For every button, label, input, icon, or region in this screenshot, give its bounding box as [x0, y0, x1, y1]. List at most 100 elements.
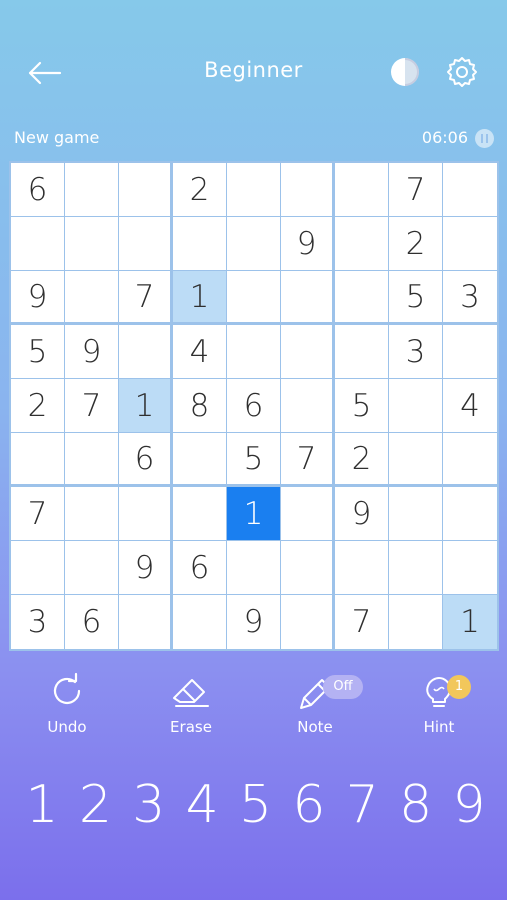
- gear-icon: [447, 57, 477, 87]
- number-key-7[interactable]: 7: [338, 770, 386, 840]
- board-cell[interactable]: 7: [119, 271, 170, 322]
- board-cell[interactable]: [227, 541, 280, 594]
- board-cell[interactable]: [173, 433, 226, 484]
- board-cell[interactable]: [65, 163, 118, 216]
- board-cell[interactable]: 7: [281, 433, 332, 484]
- number-key-6[interactable]: 6: [285, 770, 333, 840]
- board-cell[interactable]: 9: [227, 595, 280, 649]
- board-cell[interactable]: 1: [173, 271, 226, 322]
- board-cell[interactable]: [173, 595, 226, 649]
- board-cell[interactable]: 6: [11, 163, 64, 216]
- board-cell[interactable]: [65, 541, 118, 594]
- board-cell[interactable]: [65, 217, 118, 270]
- board-cell[interactable]: [65, 433, 118, 484]
- board-cell[interactable]: [227, 325, 280, 378]
- board-cell[interactable]: 2: [389, 217, 442, 270]
- erase-button[interactable]: Erase: [151, 672, 231, 736]
- number-key-3[interactable]: 3: [125, 770, 173, 840]
- board-cell[interactable]: 7: [389, 163, 442, 216]
- board-cell[interactable]: 1: [227, 487, 280, 540]
- board-cell[interactable]: 6: [227, 379, 280, 432]
- board-cell[interactable]: 9: [11, 271, 64, 322]
- board-cell[interactable]: 8: [173, 379, 226, 432]
- board-cell[interactable]: 4: [173, 325, 226, 378]
- board-cell[interactable]: [173, 487, 226, 540]
- board-cell[interactable]: 4: [443, 379, 497, 432]
- board-cell[interactable]: [443, 325, 497, 378]
- board-cell[interactable]: 7: [335, 595, 388, 649]
- board-cell[interactable]: [281, 379, 332, 432]
- board-cell[interactable]: [65, 487, 118, 540]
- board-cell[interactable]: [119, 325, 170, 378]
- board-cell[interactable]: 5: [389, 271, 442, 322]
- board-cell[interactable]: [119, 487, 170, 540]
- board-cell[interactable]: 6: [173, 541, 226, 594]
- board-cell[interactable]: [11, 541, 64, 594]
- board-cell[interactable]: [227, 271, 280, 322]
- undo-icon: [53, 672, 81, 704]
- board-cell[interactable]: [443, 163, 497, 216]
- board-cell[interactable]: 9: [119, 541, 170, 594]
- board-cell[interactable]: [11, 433, 64, 484]
- board-cell[interactable]: [443, 541, 497, 594]
- board-cell[interactable]: 9: [281, 217, 332, 270]
- board-cell[interactable]: 9: [335, 487, 388, 540]
- board-cell[interactable]: 6: [65, 595, 118, 649]
- board-cell[interactable]: [281, 487, 332, 540]
- board-cell[interactable]: 9: [65, 325, 118, 378]
- board-cell[interactable]: [389, 487, 442, 540]
- board-cell[interactable]: [335, 163, 388, 216]
- board-cell[interactable]: [335, 271, 388, 322]
- board-cell[interactable]: [119, 163, 170, 216]
- board-cell[interactable]: [119, 217, 170, 270]
- board-cell[interactable]: 5: [227, 433, 280, 484]
- board-cell[interactable]: [227, 163, 280, 216]
- board-cell[interactable]: [281, 541, 332, 594]
- hint-button[interactable]: Hint 1: [399, 672, 479, 736]
- board-cell[interactable]: [389, 433, 442, 484]
- number-key-8[interactable]: 8: [392, 770, 440, 840]
- board-cell[interactable]: 1: [119, 379, 170, 432]
- board-cell[interactable]: [11, 217, 64, 270]
- contrast-button[interactable]: [389, 56, 421, 88]
- board-cell[interactable]: [443, 487, 497, 540]
- board-cell[interactable]: [119, 595, 170, 649]
- new-game-link[interactable]: New game: [14, 128, 99, 147]
- board-cell[interactable]: 5: [335, 379, 388, 432]
- number-key-2[interactable]: 2: [71, 770, 119, 840]
- board-cell[interactable]: [443, 433, 497, 484]
- board-cell[interactable]: [443, 217, 497, 270]
- board-cell[interactable]: 7: [65, 379, 118, 432]
- board-cell[interactable]: [389, 379, 442, 432]
- board-cell[interactable]: [173, 217, 226, 270]
- board-cell[interactable]: [335, 541, 388, 594]
- board-cell[interactable]: [281, 271, 332, 322]
- undo-button[interactable]: Undo: [27, 672, 107, 736]
- settings-button[interactable]: [445, 55, 479, 89]
- board-cell[interactable]: [389, 541, 442, 594]
- board-cell[interactable]: [281, 163, 332, 216]
- number-key-1[interactable]: 1: [18, 770, 66, 840]
- board-cell[interactable]: 6: [119, 433, 170, 484]
- board-cell[interactable]: 2: [335, 433, 388, 484]
- note-button[interactable]: Note Off: [275, 672, 363, 736]
- number-key-9[interactable]: 9: [445, 770, 493, 840]
- board-cell[interactable]: 5: [11, 325, 64, 378]
- board-cell[interactable]: 3: [389, 325, 442, 378]
- board-cell[interactable]: 7: [11, 487, 64, 540]
- board-cell[interactable]: [65, 271, 118, 322]
- board-cell[interactable]: [389, 595, 442, 649]
- board-cell[interactable]: [227, 217, 280, 270]
- board-cell[interactable]: [281, 595, 332, 649]
- board-cell[interactable]: 2: [11, 379, 64, 432]
- number-key-5[interactable]: 5: [232, 770, 280, 840]
- board-cell[interactable]: [281, 325, 332, 378]
- board-cell[interactable]: [335, 217, 388, 270]
- board-cell[interactable]: 3: [443, 271, 497, 322]
- board-cell[interactable]: 2: [173, 163, 226, 216]
- pause-icon[interactable]: [475, 129, 494, 148]
- number-key-4[interactable]: 4: [178, 770, 226, 840]
- board-cell[interactable]: 1: [443, 595, 497, 649]
- board-cell[interactable]: [335, 325, 388, 378]
- board-cell[interactable]: 3: [11, 595, 64, 649]
